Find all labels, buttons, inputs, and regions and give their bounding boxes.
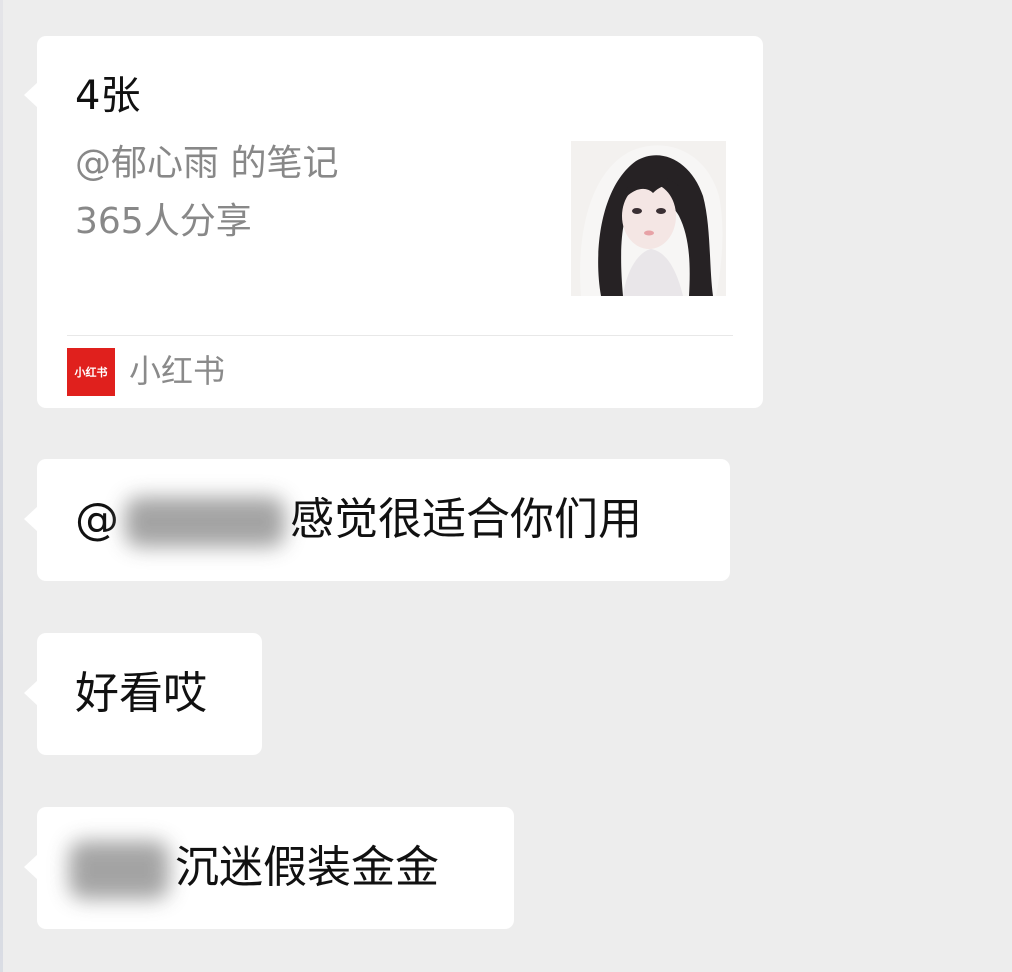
shared-note-card[interactable]: 4张 @郁心雨 的笔记 365人分享 小红书 小红书 [24,36,763,408]
mention-at-symbol: @ [75,494,119,545]
chat-message-bubble[interactable]: @ 感觉很适合你们用 [24,459,730,581]
message-text: 好看哎 [75,668,207,719]
chat-message-bubble[interactable]: 沉迷假装金金 [24,807,514,929]
redacted-username [125,497,285,547]
window-edge [0,0,3,972]
card-divider [67,335,733,336]
message-text: 沉迷假装金金 [175,842,439,893]
card-share-count: 365人分享 [75,201,252,242]
message-text: 感觉很适合你们用 [290,494,642,545]
card-author: @郁心雨 的笔记 [75,143,339,184]
xiaohongshu-logo-icon: 小红书 [67,348,115,396]
card-thumbnail [571,141,726,296]
portrait-thumbnail-image [571,141,726,296]
chat-message-bubble[interactable]: 好看哎 [24,633,262,755]
bubble-tail [24,854,38,880]
card-title: 4张 [75,73,141,119]
card-source-name: 小红书 [129,352,226,390]
bubble-tail [24,506,38,532]
redacted-name [69,841,169,899]
bubble-tail [24,82,38,108]
bubble-tail [24,680,38,706]
